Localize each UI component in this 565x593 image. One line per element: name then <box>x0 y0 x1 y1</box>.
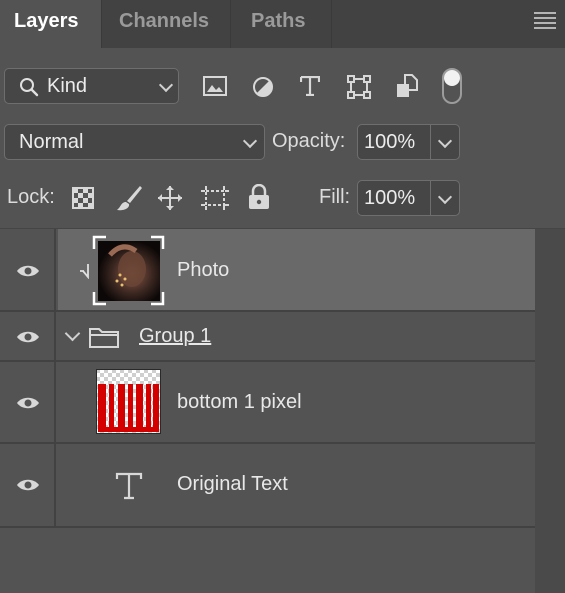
blend-mode-dropdown[interactable]: Normal <box>4 124 265 160</box>
lock-image-pixels-icon[interactable] <box>115 184 143 212</box>
layer-row-original-text[interactable]: Original Text <box>0 444 535 528</box>
chevron-down-icon <box>242 133 258 149</box>
blend-mode-value: Normal <box>19 131 84 153</box>
filter-toggle[interactable] <box>442 68 462 104</box>
group-expand-chevron-icon[interactable] <box>64 325 81 342</box>
fill-value: 100% <box>364 187 416 209</box>
layer-thumbnail-photo[interactable] <box>92 235 165 306</box>
kind-filter-label: Kind <box>47 75 88 97</box>
lock-transparent-pixels-icon[interactable] <box>72 187 94 209</box>
smart-object-filter-icon[interactable] <box>396 74 418 98</box>
lock-position-icon[interactable] <box>157 185 183 211</box>
opacity-chevron-icon[interactable] <box>437 133 453 149</box>
panel-tab-bar: Layers Channels Paths <box>0 0 565 49</box>
clipping-mask-arrow-icon <box>80 264 89 279</box>
eye-icon[interactable] <box>16 478 40 492</box>
fill-chevron-icon[interactable] <box>437 189 453 205</box>
search-icon <box>20 78 39 97</box>
layer-row-group-1[interactable]: Group 1 <box>0 312 535 362</box>
eye-icon[interactable] <box>16 396 40 410</box>
opacity-label: Opacity: <box>272 130 346 152</box>
kind-filter-dropdown[interactable]: Kind <box>4 68 179 104</box>
panel-menu-icon[interactable] <box>534 12 556 30</box>
opacity-value: 100% <box>364 131 416 153</box>
text-layer-icon <box>115 472 143 500</box>
image-filter-icon[interactable] <box>203 76 227 96</box>
chevron-down-icon <box>158 77 174 93</box>
layers-scrollbar-track[interactable] <box>535 229 565 593</box>
toggle-knob <box>444 70 460 86</box>
visibility-cell <box>0 229 56 310</box>
pixel-layer-thumbnail <box>95 368 162 435</box>
visibility-cell <box>0 444 56 526</box>
group-name: Group 1 <box>139 325 212 347</box>
tab-paths[interactable]: Paths <box>232 0 332 48</box>
tab-channels[interactable]: Channels <box>102 0 231 48</box>
layer-row-bottom-1-pixel[interactable]: bottom 1 pixel <box>0 362 535 444</box>
folder-icon <box>89 328 119 348</box>
lock-all-icon[interactable] <box>248 184 270 210</box>
type-filter-icon[interactable] <box>300 76 320 96</box>
layer-row-photo[interactable]: Photo <box>0 229 535 312</box>
fill-label: Fill: <box>319 186 351 208</box>
layer-name: Original Text <box>177 473 288 495</box>
eye-icon[interactable] <box>16 264 40 278</box>
lock-artboard-icon[interactable] <box>201 186 229 210</box>
tab-layers[interactable]: Layers <box>0 0 102 49</box>
opacity-field[interactable]: 100% <box>357 124 460 160</box>
lock-label: Lock: <box>7 186 55 208</box>
adjustment-filter-icon[interactable] <box>252 76 274 98</box>
smart-object-thumbnail <box>92 235 165 306</box>
layer-name: bottom 1 pixel <box>177 391 302 413</box>
eye-icon[interactable] <box>16 330 40 344</box>
fill-field[interactable]: 100% <box>357 180 460 216</box>
layer-thumbnail-pixel[interactable] <box>95 368 162 435</box>
visibility-cell <box>0 312 56 360</box>
layer-name: Photo <box>177 259 230 281</box>
visibility-cell <box>0 362 56 442</box>
shape-filter-icon[interactable] <box>347 75 371 99</box>
